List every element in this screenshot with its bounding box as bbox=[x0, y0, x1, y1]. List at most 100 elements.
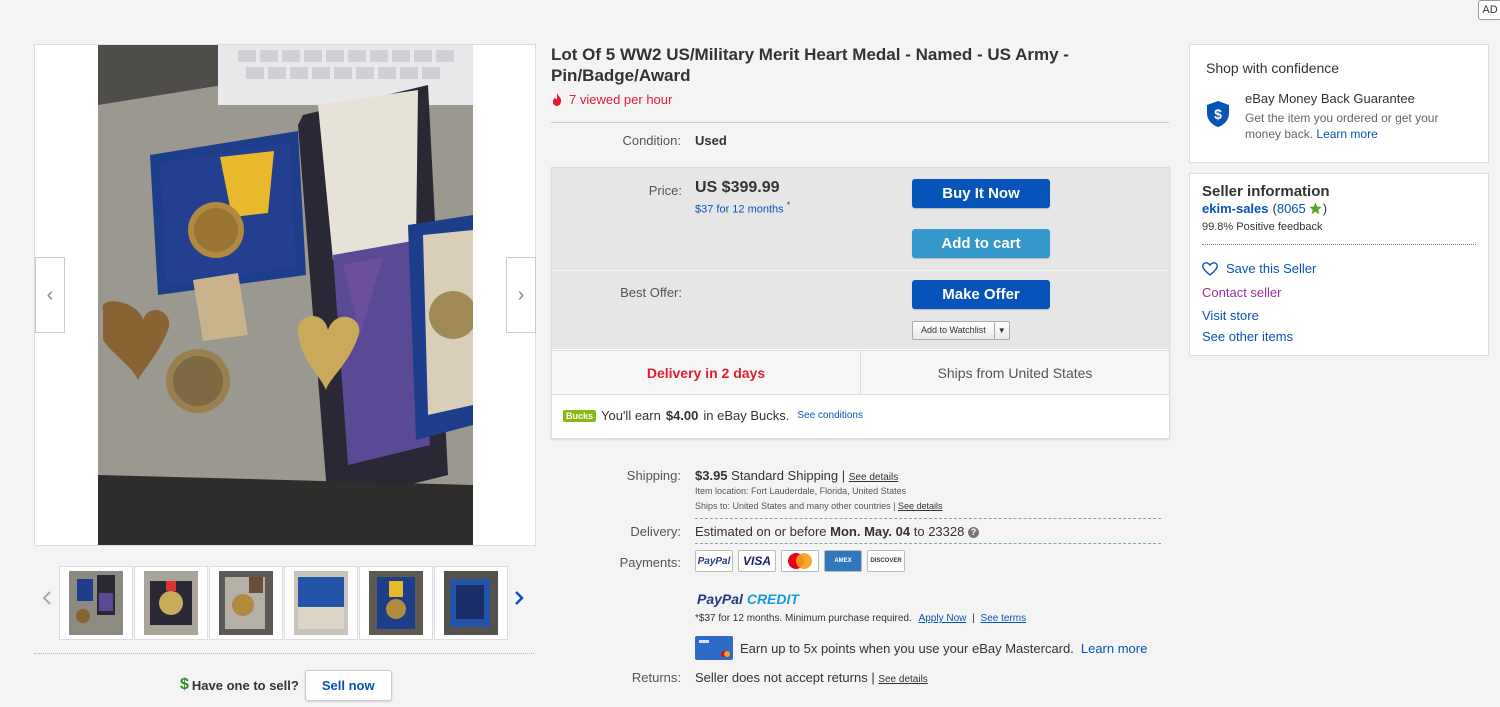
star-icon bbox=[1309, 202, 1322, 215]
paypal-credit-part-2: CREDIT bbox=[746, 591, 799, 607]
guarantee-learn-more-link[interactable]: Learn more bbox=[1316, 127, 1377, 141]
thumbnail-6[interactable] bbox=[434, 566, 508, 640]
save-seller-row[interactable]: Save this Seller bbox=[1202, 261, 1316, 276]
delivery-text-2: to 23328 bbox=[913, 524, 965, 539]
buy-it-now-button[interactable]: Buy It Now bbox=[912, 179, 1050, 208]
shipping-divider bbox=[695, 518, 1161, 519]
thumb-prev-icon[interactable] bbox=[42, 589, 52, 610]
visa-icon: VISA bbox=[738, 550, 776, 572]
gallery-divider bbox=[34, 653, 534, 654]
delivery-label: Delivery: bbox=[630, 524, 681, 539]
see-conditions-link[interactable]: See conditions bbox=[797, 410, 863, 421]
feedback-close: ) bbox=[1322, 201, 1328, 216]
positive-feedback: 99.8% Positive feedback bbox=[1202, 221, 1323, 233]
shield-icon-letter: $ bbox=[1214, 106, 1222, 122]
sell-question: Have one to sell? bbox=[191, 677, 299, 693]
credit-terms: *$37 for 12 months. Minimum purchase req… bbox=[695, 613, 912, 624]
make-offer-button[interactable]: Make Offer bbox=[912, 280, 1050, 309]
ebay-bucks-row: Bucks You'll earn $4.00 in eBay Bucks. S… bbox=[563, 408, 863, 423]
financing-mark: * bbox=[786, 200, 791, 210]
shipping-label: Shipping: bbox=[626, 468, 681, 483]
main-item-photo[interactable] bbox=[98, 45, 473, 545]
price-value: US $399.99 bbox=[695, 179, 780, 196]
thumbnail-3[interactable] bbox=[209, 566, 283, 640]
watchlist-dropdown-icon[interactable]: ▼ bbox=[993, 322, 1009, 339]
shipping-cost: $3.95 bbox=[695, 468, 728, 483]
mastercard-promo: Earn up to 5x points when you use your e… bbox=[695, 636, 1147, 660]
ad-badge[interactable]: AD bbox=[1478, 0, 1500, 20]
save-seller-link[interactable]: Save this Seller bbox=[1226, 261, 1316, 276]
delivery-text-1: Estimated on or before bbox=[695, 524, 827, 539]
seller-name-row: ekim-sales ( 8065 ) bbox=[1202, 201, 1327, 216]
thumbnail-4[interactable] bbox=[284, 566, 358, 640]
financing-offer[interactable]: $37 for 12 months * bbox=[695, 200, 790, 216]
price-label: Price: bbox=[648, 183, 682, 198]
seller-name-link[interactable]: ekim-sales bbox=[1202, 201, 1269, 216]
financing-text[interactable]: $37 for 12 months bbox=[695, 204, 784, 216]
delivery-estimate: Estimated on or before Mon. May. 04 to 2… bbox=[695, 524, 979, 539]
thumbnail-1[interactable] bbox=[59, 566, 133, 640]
shipping-see-details-link[interactable]: See details bbox=[849, 472, 898, 483]
item-title: Lot Of 5 WW2 US/Military Merit Heart Med… bbox=[551, 45, 1069, 85]
payments-label: Payments: bbox=[619, 555, 681, 570]
credit-terms-row: *$37 for 12 months. Minimum purchase req… bbox=[695, 613, 1026, 624]
contact-seller-link[interactable]: Contact seller bbox=[1202, 285, 1281, 300]
fast-delivery-badge: Delivery in 2 days bbox=[552, 350, 861, 395]
ships-to-see-details-link[interactable]: See details bbox=[898, 501, 943, 511]
ships-from-text: Ships from United States bbox=[861, 350, 1169, 395]
ships-to: Ships to: United States and many other c… bbox=[695, 501, 943, 511]
thumbnail-5[interactable] bbox=[359, 566, 433, 640]
discover-icon: DISCOVER bbox=[867, 550, 905, 572]
watchlist-label[interactable]: Add to Watchlist bbox=[913, 322, 994, 339]
best-offer-label: Best Offer: bbox=[620, 285, 682, 300]
item-location: Item location: Fort Lauderdale, Florida,… bbox=[695, 486, 907, 496]
confidence-heading: Shop with confidence bbox=[1206, 60, 1340, 76]
seller-heading: Seller information bbox=[1202, 183, 1330, 200]
ships-to-text: Ships to: United States and many other c… bbox=[695, 501, 896, 511]
gallery-next-button[interactable]: › bbox=[506, 257, 536, 333]
medals-photo-illustration bbox=[98, 45, 473, 545]
returns-text: Seller does not accept returns | bbox=[695, 670, 875, 685]
add-to-watchlist-button[interactable]: Add to Watchlist ▼ bbox=[912, 321, 1010, 340]
paypal-icon: PayPal bbox=[695, 550, 733, 572]
returns-see-details-link[interactable]: See details bbox=[878, 674, 927, 685]
shipping-method: Standard Shipping | bbox=[731, 468, 846, 483]
thumbnail-2[interactable] bbox=[134, 566, 208, 640]
thumbnail-strip bbox=[34, 565, 534, 643]
title-divider bbox=[551, 122, 1169, 123]
viewed-indicator: 7 viewed per hour bbox=[551, 92, 672, 107]
thumb-next-icon[interactable] bbox=[514, 589, 524, 610]
sell-prompt: $ Have one to sell? Sell now bbox=[180, 669, 392, 701]
bucks-text-1: You'll earn bbox=[601, 408, 661, 423]
bucks-amount: $4.00 bbox=[665, 408, 699, 423]
gallery-prev-button[interactable]: ‹ bbox=[35, 257, 65, 333]
mastercard-learn-more-link[interactable]: Learn more bbox=[1081, 641, 1147, 656]
delivery-divider bbox=[695, 543, 1161, 544]
guarantee-title: eBay Money Back Guarantee bbox=[1245, 91, 1415, 106]
returns-info: Seller does not accept returns | See det… bbox=[695, 670, 928, 685]
mastercard-text: Earn up to 5x points when you use your e… bbox=[740, 640, 1074, 656]
terms-separator: | bbox=[972, 613, 975, 624]
seller-divider bbox=[1202, 244, 1476, 245]
add-to-cart-button[interactable]: Add to cart bbox=[912, 229, 1050, 258]
image-gallery: ‹ › bbox=[34, 44, 536, 546]
heart-icon[interactable] bbox=[1202, 261, 1218, 276]
sell-now-button[interactable]: Sell now bbox=[304, 669, 392, 701]
condition-value: Used bbox=[695, 133, 727, 148]
visit-store-link[interactable]: Visit store bbox=[1202, 308, 1259, 323]
price-section: Price: US $399.99 $37 for 12 months * Bu… bbox=[552, 168, 1169, 271]
help-icon[interactable]: ? bbox=[967, 527, 979, 539]
ebay-mastercard-icon bbox=[695, 636, 733, 660]
see-terms-link[interactable]: See terms bbox=[981, 613, 1027, 624]
returns-label: Returns: bbox=[631, 670, 681, 685]
shipping-info: $3.95 Standard Shipping | See details bbox=[695, 468, 898, 483]
seller-info-box: Seller information ekim-sales ( 8065 ) 9… bbox=[1189, 173, 1489, 356]
paypal-credit-logo: PayPal CREDIT bbox=[697, 591, 799, 607]
shop-with-confidence-box: Shop with confidence $ eBay Money Back G… bbox=[1189, 44, 1489, 163]
mastercard-icon bbox=[781, 550, 819, 572]
guarantee-desc-wrap: Get the item you ordered or get your mon… bbox=[1245, 110, 1470, 142]
apply-now-link[interactable]: Apply Now bbox=[919, 613, 967, 624]
see-other-items-link[interactable]: See other items bbox=[1202, 329, 1293, 344]
flame-icon bbox=[552, 93, 562, 106]
feedback-count-link[interactable]: 8065 bbox=[1277, 201, 1306, 216]
